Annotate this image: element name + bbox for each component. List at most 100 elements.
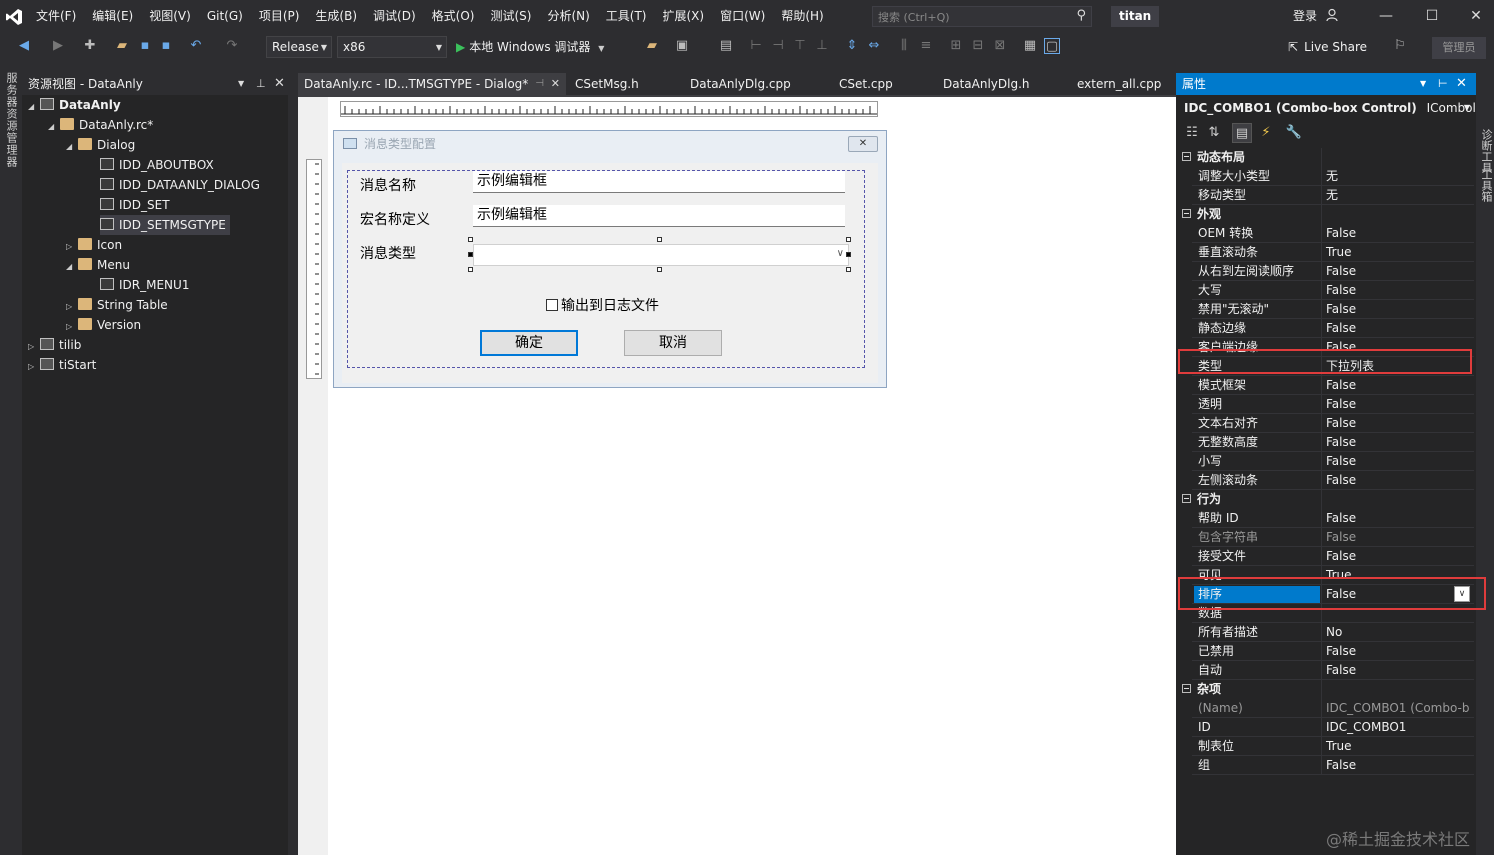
tab-dataanlydlg-h[interactable]: DataAnlyDlg.h [937,73,1036,95]
tree-item-string-table[interactable]: ▷ String Table [66,295,168,315]
toolbox-tab[interactable]: 工具箱 [1478,169,1494,202]
new-project-icon[interactable]: ✚ [82,38,98,54]
property-row[interactable]: 包含字符串 False [1176,528,1474,547]
horizontal-ruler[interactable] [340,101,878,117]
property-value[interactable]: False [1326,509,1356,528]
center-vertical-icon[interactable]: ⇕ [844,38,860,54]
property-value[interactable]: False [1326,528,1356,547]
property-value[interactable]: False [1326,452,1356,471]
collapsed-arrow-icon[interactable]: ▷ [66,297,78,317]
save-all-icon[interactable]: ▪ [158,38,174,54]
platform-dropdown[interactable]: x86 ▼ [337,36,447,58]
test-dialog-icon[interactable]: ▣ [674,38,690,54]
menu-project[interactable]: 项目(P) [251,0,308,33]
properties-icon[interactable]: ▤ [1232,123,1252,143]
dialog-titlebar[interactable]: 消息类型配置 ✕ [334,131,886,157]
property-value[interactable]: True [1326,737,1352,756]
expanded-arrow-icon[interactable]: ◢ [48,117,60,137]
property-value[interactable]: False [1326,300,1356,319]
resize-handle[interactable] [846,267,851,272]
tab-order-icon[interactable]: ▤ [718,38,734,54]
pin-icon[interactable]: ⊥ [256,73,266,95]
property-value[interactable]: False [1326,642,1356,661]
expanded-arrow-icon[interactable]: ◢ [28,97,40,117]
menu-window[interactable]: 窗口(W) [712,0,773,33]
log-output-checkbox[interactable]: 输出到日志文件 [546,295,659,315]
property-value[interactable]: False [1326,319,1356,338]
expanded-arrow-icon[interactable]: ◢ [66,137,78,157]
tree-item-version[interactable]: ▷ Version [66,315,141,335]
close-icon[interactable]: ✕ [551,73,560,95]
property-row[interactable]: 大写 False [1176,281,1474,300]
menu-test[interactable]: 测试(S) [482,0,539,33]
tab-dataanly-rc-dialog[interactable]: DataAnly.rc - ID...TMSGTYPE - Dialog* ⊣ … [298,73,566,95]
msg-type-label[interactable]: 消息类型 [360,243,416,263]
property-value[interactable]: True [1326,243,1352,262]
resize-handle[interactable] [468,267,473,272]
start-debugging-button[interactable]: ▶ 本地 Windows 调试器 ▼ [456,36,604,58]
property-row[interactable]: (Name) IDC_COMBO1 (Combo-b [1176,699,1474,718]
ok-button[interactable]: 确定 [480,330,578,356]
menu-tools[interactable]: 工具(T) [598,0,655,33]
property-pages-icon[interactable]: 🔧 [1284,123,1304,143]
property-row[interactable]: 无整数高度 False [1176,433,1474,452]
tab-csetmsg-h[interactable]: CSetMsg.h [569,73,645,95]
tree-item-tilib[interactable]: ▷ tilib [28,335,81,355]
user-icon[interactable] [1326,8,1340,22]
tree-item-dataanly[interactable]: ◢ DataAnly [28,95,121,115]
property-row[interactable]: 透明 False [1176,395,1474,414]
make-same-width-icon[interactable]: ⊞ [948,38,964,54]
tree-item-idd-setmsgtype[interactable]: IDD_SETMSGTYPE [100,215,230,235]
property-category[interactable]: 行为 [1176,490,1474,509]
property-value[interactable]: 无 [1326,186,1338,205]
alphabetical-icon[interactable]: ⇅ [1204,123,1224,143]
property-value[interactable]: 无 [1326,167,1338,186]
property-value[interactable]: False [1326,281,1356,300]
make-same-height-icon[interactable]: ⊟ [970,38,986,54]
maximize-button[interactable]: ☐ [1412,0,1452,33]
property-row[interactable]: 禁用"无滚动" False [1176,300,1474,319]
chevron-down-icon[interactable]: ▼ [238,73,244,95]
tree-item-tistart[interactable]: ▷ tiStart [28,355,96,375]
property-row[interactable]: 接受文件 False [1176,547,1474,566]
folder-icon[interactable]: ▰ [644,38,660,54]
property-row[interactable]: 所有者描述 No [1176,623,1474,642]
property-row[interactable]: ID IDC_COMBO1 [1176,718,1474,737]
menu-view[interactable]: 视图(V) [141,0,199,33]
property-row[interactable]: 自动 False [1176,661,1474,680]
collapsed-arrow-icon[interactable]: ▷ [28,357,40,377]
back-icon[interactable]: ◀ [16,38,32,54]
menu-build[interactable]: 生成(B) [307,0,365,33]
menu-file[interactable]: 文件(F) [28,0,84,33]
toggle-grid-icon[interactable]: ▦ [1022,38,1038,54]
minimize-button[interactable]: — [1366,0,1406,33]
menu-analyze[interactable]: 分析(N) [539,0,597,33]
property-row[interactable]: 从右到左阅读顺序 False [1176,262,1474,281]
forward-icon[interactable]: ▶ [50,38,66,54]
property-row[interactable]: 已禁用 False [1176,642,1474,661]
tree-item-menu[interactable]: ◢ Menu [66,255,130,275]
pin-icon[interactable]: ⊣ [535,73,544,95]
property-value[interactable]: False [1326,224,1356,243]
resize-handle[interactable] [657,267,662,272]
collapsed-arrow-icon[interactable]: ▷ [66,237,78,257]
property-value[interactable]: False [1326,376,1356,395]
collapse-icon[interactable] [1182,684,1191,693]
macro-name-label[interactable]: 宏名称定义 [360,209,430,229]
macro-name-edit[interactable]: 示例编辑框 [473,205,845,227]
tab-dataanlydlg-cpp[interactable]: DataAnlyDlg.cpp [684,73,797,95]
menu-help[interactable]: 帮助(H) [773,0,831,33]
resize-handle[interactable] [468,237,473,242]
property-row[interactable]: 文本右对齐 False [1176,414,1474,433]
tree-item-idd-aboutbox[interactable]: IDD_ABOUTBOX [100,155,214,175]
tree-item-idr-menu1[interactable]: IDR_MENU1 [100,275,189,295]
property-value[interactable]: No [1326,623,1342,642]
property-value[interactable]: False [1326,756,1356,775]
property-value[interactable]: IDC_COMBO1 [1326,718,1406,737]
close-icon[interactable]: ✕ [1456,73,1467,95]
property-row[interactable]: 组 False [1176,756,1474,775]
configuration-dropdown[interactable]: Release ▼ [266,36,332,58]
collapsed-arrow-icon[interactable]: ▷ [66,317,78,337]
property-row[interactable]: 小写 False [1176,452,1474,471]
undo-icon[interactable]: ↶ [188,38,204,54]
